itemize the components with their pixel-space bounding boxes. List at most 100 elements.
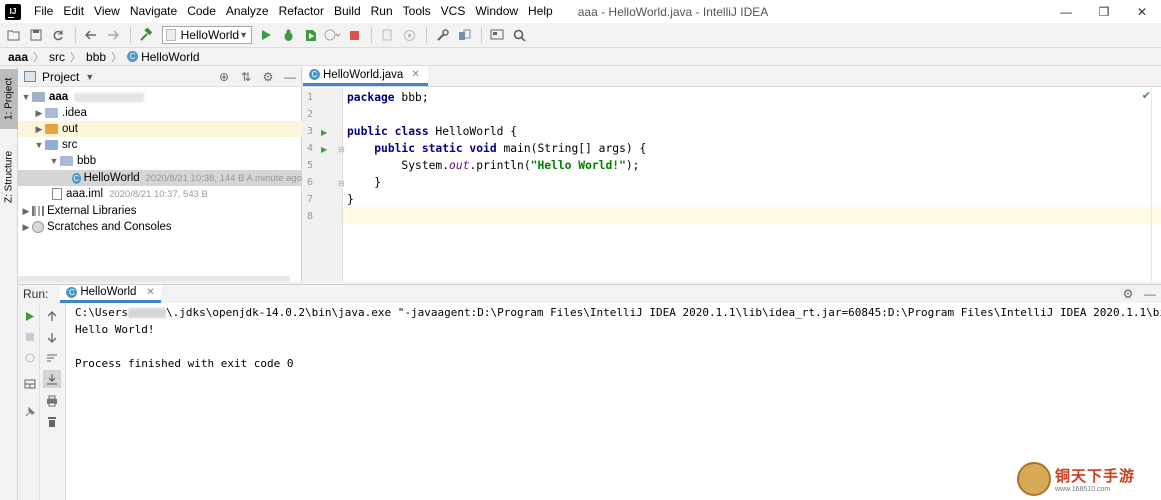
gear-icon[interactable]: ⚙ <box>1117 287 1139 301</box>
soft-wrap-icon[interactable] <box>43 349 61 367</box>
back-arrow-icon[interactable] <box>81 25 101 45</box>
menu-navigate[interactable]: Navigate <box>125 0 182 23</box>
debug-bug-icon[interactable] <box>278 25 298 45</box>
tree-label-root: aaa <box>49 91 69 103</box>
attach-debugger-icon[interactable] <box>377 25 397 45</box>
breadcrumb-item-helloworld[interactable]: C HelloWorld <box>127 50 200 64</box>
run-configuration-select[interactable]: HelloWorld ▼ <box>162 26 252 44</box>
menu-help[interactable]: Help <box>523 0 558 23</box>
tree-item-root[interactable]: ▼ aaa <box>18 89 302 105</box>
open-folder-icon[interactable] <box>4 25 24 45</box>
collapsed-arrow-icon[interactable]: ▶ <box>33 108 45 119</box>
run-tab-helloworld[interactable]: C HelloWorld ✕ <box>60 284 161 303</box>
menu-vcs[interactable]: VCS <box>436 0 471 23</box>
tree-item-aaa-iml[interactable]: aaa.iml 2020/8/21 10:37, 543 B <box>18 186 302 202</box>
expand-arrow-icon[interactable]: ▼ <box>20 92 32 102</box>
hide-panel-icon[interactable]: — <box>279 70 301 84</box>
close-tab-icon[interactable]: ✕ <box>146 287 154 298</box>
tree-item-idea[interactable]: ▶ .idea <box>18 105 302 121</box>
chevron-down-icon[interactable]: ▼ <box>85 72 94 82</box>
menu-build[interactable]: Build <box>329 0 366 23</box>
run-label: Run: <box>23 286 49 301</box>
pin-icon[interactable] <box>21 403 39 421</box>
minimize-button[interactable]: — <box>1047 0 1085 23</box>
settings-wrench-icon[interactable] <box>432 25 452 45</box>
trash-icon[interactable] <box>43 413 61 431</box>
expand-arrow-icon[interactable]: ▼ <box>33 140 45 150</box>
vertical-scrollbar[interactable] <box>1151 88 1161 282</box>
profile-icon[interactable] <box>322 25 342 45</box>
tool-tab-project-label: 1: Project <box>3 77 15 121</box>
java-class-icon: C <box>309 69 320 80</box>
restore-layout-icon[interactable] <box>21 349 39 367</box>
close-tab-icon[interactable]: ✕ <box>411 69 419 80</box>
code-line-3: public class HelloWorld { <box>347 125 518 138</box>
menu-tools[interactable]: Tools <box>398 0 436 23</box>
tool-tab-project[interactable]: 1: Project <box>0 69 18 129</box>
stop-icon[interactable] <box>21 328 39 346</box>
print-icon[interactable] <box>43 392 61 410</box>
menu-file[interactable]: File <box>29 0 58 23</box>
tree-label-aaa-iml: aaa.iml <box>66 188 104 200</box>
console-toolbar <box>40 303 66 500</box>
tree-item-scratches[interactable]: ▶ Scratches and Consoles <box>18 219 302 235</box>
forward-arrow-icon[interactable] <box>103 25 123 45</box>
menu-analyze[interactable]: Analyze <box>221 0 274 23</box>
stop-icon[interactable] <box>344 25 364 45</box>
expand-arrow-icon[interactable]: ▼ <box>48 156 60 166</box>
code-area[interactable]: package bbb; public class HelloWorld { p… <box>343 88 1161 282</box>
locate-target-icon[interactable]: ⊕ <box>213 70 235 84</box>
menu-refactor[interactable]: Refactor <box>274 0 329 23</box>
menu-code[interactable]: Code <box>182 0 221 23</box>
inspection-ok-check-icon[interactable]: ✔ <box>1142 89 1151 102</box>
layout-icon[interactable] <box>21 375 39 393</box>
run-panel-header: Run: C HelloWorld ✕ ⚙ — <box>18 284 1161 303</box>
collapsed-arrow-icon[interactable]: ▶ <box>20 206 32 217</box>
menu-run[interactable]: Run <box>366 0 398 23</box>
breadcrumb-item-bbb[interactable]: bbb <box>86 50 106 64</box>
tree-item-external-libraries[interactable]: ▶ External Libraries <box>18 203 302 219</box>
package-folder-icon <box>60 156 73 166</box>
horizontal-scrollbar[interactable] <box>18 276 290 282</box>
tree-item-bbb[interactable]: ▼ bbb <box>18 153 302 169</box>
save-all-icon[interactable] <box>26 25 46 45</box>
run-with-coverage-icon[interactable] <box>300 25 320 45</box>
menu-window[interactable]: Window <box>470 0 523 23</box>
tree-item-out[interactable]: ▶ out <box>18 121 302 137</box>
breadcrumb-item-src[interactable]: src <box>49 50 65 64</box>
scroll-down-arrow-icon[interactable] <box>43 328 61 346</box>
scroll-up-arrow-icon[interactable] <box>43 307 61 325</box>
rerun-icon[interactable] <box>21 307 39 325</box>
gear-icon[interactable]: ⚙ <box>257 70 279 84</box>
breadcrumb-item-aaa[interactable]: aaa <box>8 50 28 64</box>
maximize-button[interactable]: ❐ <box>1085 0 1123 23</box>
build-hammer-icon[interactable] <box>136 25 156 45</box>
redacted-path <box>74 92 145 102</box>
run-console-output[interactable]: C:\Users \.jdks\openjdk-14.0.2\bin\java.e… <box>66 303 1161 500</box>
tree-label-external-libraries: External Libraries <box>47 205 137 217</box>
collapsed-arrow-icon[interactable]: ▶ <box>20 222 32 233</box>
collapsed-arrow-icon[interactable]: ▶ <box>33 124 45 135</box>
run-icon[interactable] <box>256 25 276 45</box>
tree-item-src[interactable]: ▼ src <box>18 137 302 153</box>
close-button[interactable]: ✕ <box>1123 0 1161 23</box>
build-artifacts-icon[interactable] <box>399 25 419 45</box>
left-tool-strip: 1: Project Z: Structure <box>0 67 18 500</box>
run-gutter-icon[interactable]: ▶ <box>321 128 327 137</box>
project-structure-icon[interactable] <box>454 25 474 45</box>
menu-bar: File Edit View Navigate Code Analyze Ref… <box>29 0 558 23</box>
hide-panel-icon[interactable]: — <box>1139 287 1161 301</box>
collapse-all-icon[interactable]: ⇅ <box>235 70 257 84</box>
project-view-select[interactable]: Project <box>42 70 79 84</box>
scroll-to-end-icon[interactable] <box>43 370 61 388</box>
menu-view[interactable]: View <box>89 0 125 23</box>
presentation-mode-icon[interactable] <box>487 25 507 45</box>
iml-file-icon <box>52 188 62 200</box>
tree-item-helloworld[interactable]: C HelloWorld 2020/8/21 10:38, 144 B A mi… <box>18 170 302 186</box>
sync-icon[interactable] <box>48 25 68 45</box>
menu-edit[interactable]: Edit <box>58 0 89 23</box>
search-icon[interactable] <box>509 25 529 45</box>
run-gutter-icon[interactable]: ▶ <box>321 145 327 154</box>
tool-tab-structure[interactable]: Z: Structure <box>0 145 18 209</box>
tab-helloworld-java[interactable]: C HelloWorld.java ✕ <box>303 66 428 86</box>
